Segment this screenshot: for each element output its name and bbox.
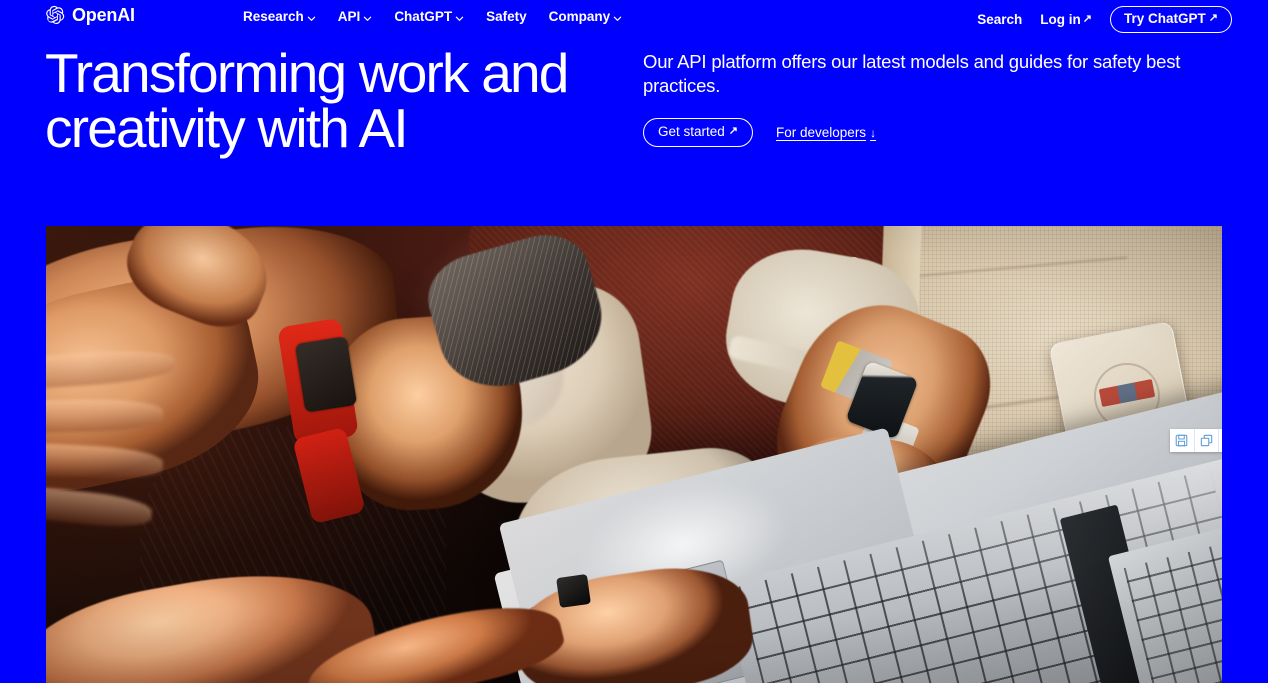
image-toolbar	[1170, 429, 1222, 452]
nav-item-research-label: Research	[243, 9, 304, 24]
copy-icon-button[interactable]	[1194, 429, 1219, 452]
nav-item-company[interactable]: Company	[549, 9, 623, 25]
page-root: OpenAI Research API ChatGPT Safety Compa…	[0, 0, 1268, 683]
chevron-down-icon	[613, 14, 622, 23]
arrow-down-icon: ↓	[870, 125, 877, 140]
hero-heading-line-2: creativity with AI	[45, 97, 409, 159]
hero-image	[46, 226, 1222, 683]
nav-item-safety-label: Safety	[486, 9, 527, 24]
hero-photo-illustration	[46, 226, 1222, 683]
chevron-down-icon	[307, 14, 316, 23]
save-icon-button[interactable]	[1170, 429, 1195, 452]
for-developers-link[interactable]: For developers ↓	[776, 125, 876, 140]
main-navigation: OpenAI Research API ChatGPT Safety Compa…	[0, 0, 1268, 34]
for-developers-label: For developers	[776, 125, 867, 141]
hero-heading-line-1: Transforming work and	[45, 42, 569, 104]
hero-actions: Get started ↗ For developers ↓	[643, 118, 1223, 148]
login-link[interactable]: Log in ↗	[1040, 12, 1092, 27]
chevron-down-icon	[455, 14, 464, 23]
get-started-button[interactable]: Get started ↗	[643, 118, 754, 148]
login-link-label: Log in	[1040, 12, 1081, 27]
try-chatgpt-label: Try ChatGPT	[1124, 11, 1206, 26]
brand-name: OpenAI	[72, 5, 135, 25]
arrow-northeast-icon: ↗	[1208, 12, 1218, 24]
arrow-northeast-icon: ↗	[728, 125, 739, 138]
image-icon-button[interactable]	[1219, 429, 1222, 452]
copy-icon	[1200, 434, 1213, 447]
primary-nav-links: Research API ChatGPT Safety Company	[243, 9, 622, 25]
hero-section: Transforming work and creativity with AI…	[0, 34, 1268, 219]
nav-right-group: Search Log in ↗ Try ChatGPT ↗	[977, 6, 1232, 33]
nav-item-api-label: API	[337, 9, 361, 24]
get-started-label: Get started	[658, 124, 725, 140]
search-link[interactable]: Search	[977, 12, 1022, 27]
nav-item-chatgpt-label: ChatGPT	[394, 9, 453, 24]
search-link-label: Search	[977, 12, 1023, 27]
nav-item-chatgpt[interactable]: ChatGPT	[394, 9, 464, 25]
nav-item-api[interactable]: API	[338, 9, 373, 25]
hero-subtitle: Our API platform offers our latest model…	[643, 51, 1181, 97]
chevron-down-icon	[363, 14, 372, 23]
save-icon	[1175, 434, 1188, 447]
arrow-northeast-icon: ↗	[1082, 13, 1093, 25]
page-title: Transforming work and creativity with AI	[45, 46, 625, 156]
hero-right-column: Our API platform offers our latest model…	[643, 50, 1223, 148]
openai-logo-icon	[45, 5, 65, 25]
nav-item-safety[interactable]: Safety	[486, 9, 527, 25]
nav-item-company-label: Company	[548, 9, 611, 24]
brand-logo-link[interactable]: OpenAI	[45, 5, 135, 25]
try-chatgpt-button[interactable]: Try ChatGPT ↗	[1110, 6, 1232, 33]
nav-item-research[interactable]: Research	[243, 9, 316, 25]
